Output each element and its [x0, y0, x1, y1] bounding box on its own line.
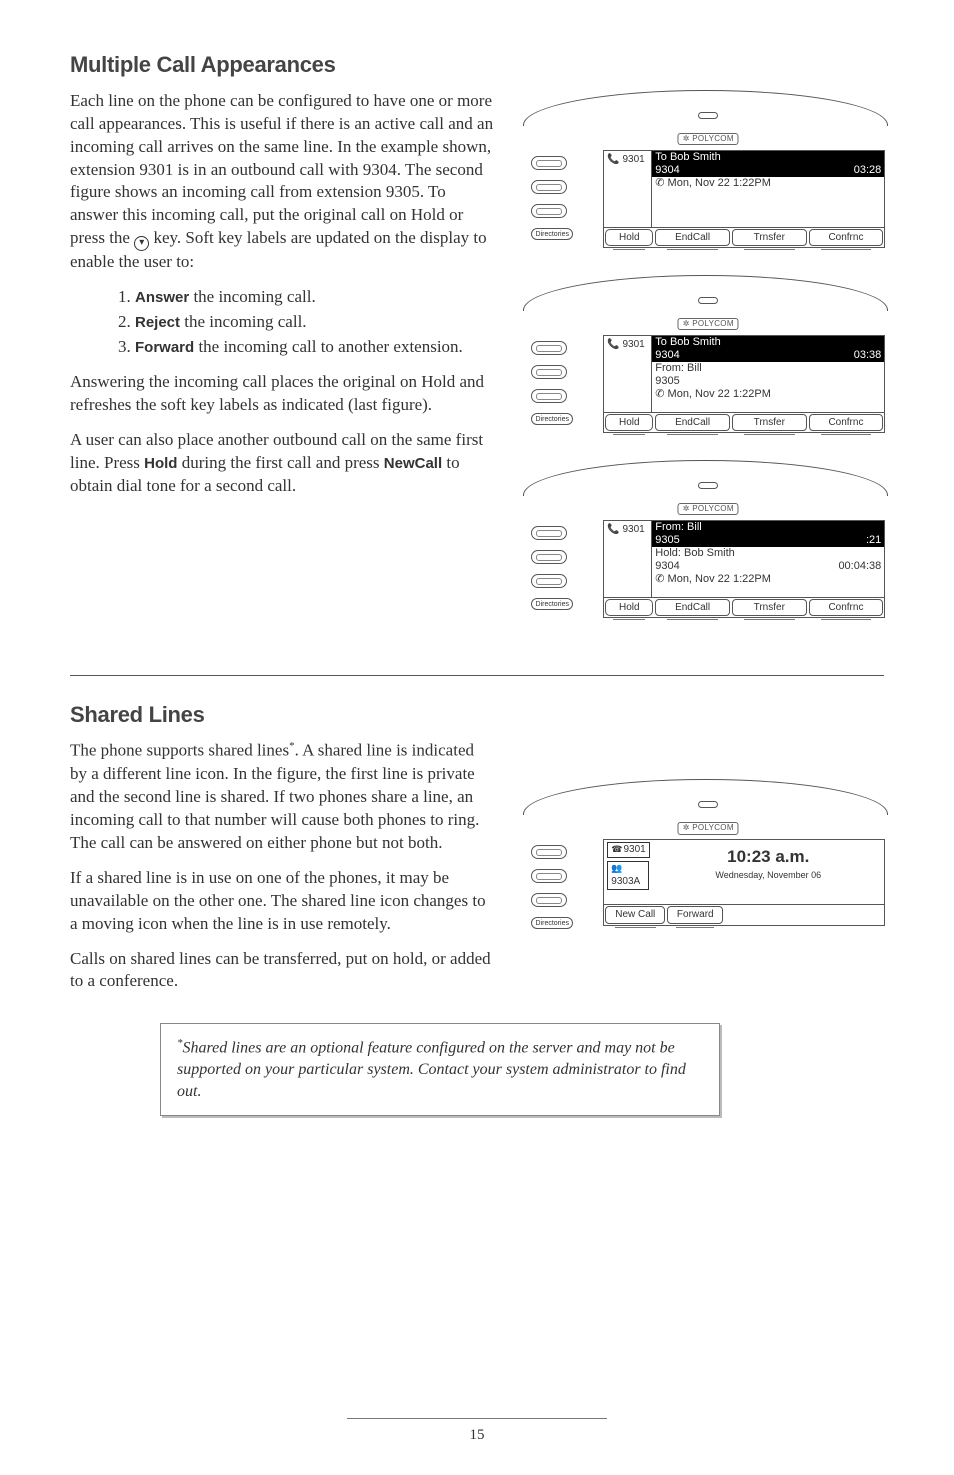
lcd-line: 9305 — [652, 375, 884, 388]
ext-label-9303a: 👥9303A — [607, 861, 649, 890]
polycom-logo: ✲ POLYCOM — [678, 822, 739, 835]
line-button-3 — [531, 574, 567, 588]
page-number: 15 — [0, 1418, 954, 1445]
footnote-box: *Shared lines are an optional feature co… — [160, 1023, 720, 1115]
softkey-hold: Hold — [605, 414, 653, 432]
lcd-line: 930403:38 — [652, 349, 884, 362]
softkey-newcall: New Call — [605, 906, 665, 924]
shared-line-icon: 👥 — [611, 863, 622, 873]
line-button-1 — [531, 341, 567, 355]
lcd-line: 930403:28 — [652, 164, 884, 177]
list-item-answer: 1. Answer the incoming call. — [118, 286, 493, 309]
phone-led-icon — [698, 112, 718, 119]
call-state-icon: 📞 — [607, 339, 619, 350]
lcd-line: 9305:21 — [652, 534, 884, 547]
polycom-logo: ✲ POLYCOM — [678, 133, 739, 146]
lcd-line: 930400:04:38 — [652, 560, 884, 573]
call-state-icon: 📞 — [607, 154, 619, 165]
call-state-icon: 📞 — [607, 524, 619, 535]
phone-led-icon — [698, 482, 718, 489]
lcd-line: To Bob Smith — [652, 336, 884, 349]
phone-illustration-2: ✲ POLYCOM Directories 📞 9301 To Bob Smit… — [523, 275, 893, 450]
phone-illustration-1: ✲ POLYCOM Directories 📞 9301 To Bob Smit… — [523, 90, 893, 265]
softkey-trnsfer: Trnsfer — [732, 599, 807, 617]
softkey-hold: Hold — [605, 229, 653, 247]
para-shared-3: Calls on shared lines can be transferred… — [70, 948, 493, 994]
lcd-line: From: Bill — [652, 521, 884, 534]
phone-led-icon — [698, 801, 718, 808]
softkey-confrnc: Confrnc — [809, 229, 884, 247]
directories-button: Directories — [531, 228, 573, 240]
lcd-line: From: Bill — [652, 362, 884, 375]
softkey-endcall: EndCall — [655, 414, 730, 432]
list-item-forward: 3. Forward the incoming call to another … — [118, 336, 493, 359]
polycom-logo: ✲ POLYCOM — [678, 503, 739, 516]
phone-illustration-3: ✲ POLYCOM Directories 📞 9301 From: Bill9… — [523, 460, 893, 635]
softkey-forward: Forward — [667, 906, 723, 924]
directories-button: Directories — [531, 917, 573, 929]
line-button-3 — [531, 893, 567, 907]
phone-icon: ☎ — [611, 844, 622, 854]
para-shared-1: The phone supports shared lines*. A shar… — [70, 739, 493, 854]
lcd-line: ✆ Mon, Nov 22 1:22PM — [652, 573, 884, 586]
lcd-line: To Bob Smith — [652, 151, 884, 164]
polycom-logo: ✲ POLYCOM — [678, 318, 739, 331]
line-button-2 — [531, 365, 567, 379]
lcd-line: ✆ Mon, Nov 22 1:22PM — [652, 177, 884, 190]
down-arrow-key-icon: ▾ — [134, 236, 149, 251]
heading-multiple-call: Multiple Call Appearances — [70, 50, 884, 80]
softkey-trnsfer: Trnsfer — [732, 414, 807, 432]
line-button-2 — [531, 550, 567, 564]
softkey-endcall: EndCall — [655, 229, 730, 247]
line-button-1 — [531, 156, 567, 170]
idle-date: Wednesday, November 06 — [652, 869, 884, 881]
list-item-reject: 2. Reject the incoming call. — [118, 311, 493, 334]
para-answering: Answering the incoming call places the o… — [70, 371, 493, 417]
para-intro-a: Each line on the phone can be configured… — [70, 91, 493, 248]
softkey-confrnc: Confrnc — [809, 599, 884, 617]
directories-button: Directories — [531, 598, 573, 610]
lcd-line: ✆ Mon, Nov 22 1:22PM — [652, 388, 884, 401]
directories-button: Directories — [531, 413, 573, 425]
lcd-line: Hold: Bob Smith — [652, 547, 884, 560]
para-outbound: A user can also place another outbound c… — [70, 429, 493, 498]
para-shared-2: If a shared line is in use on one of the… — [70, 867, 493, 936]
heading-shared-lines: Shared Lines — [70, 700, 884, 730]
softkey-hold: Hold — [605, 599, 653, 617]
phone-led-icon — [698, 297, 718, 304]
softkey-confrnc: Confrnc — [809, 414, 884, 432]
line-button-3 — [531, 389, 567, 403]
softkey-trnsfer: Trnsfer — [732, 229, 807, 247]
para-intro: Each line on the phone can be configured… — [70, 90, 493, 275]
phone-illustration-shared: ✲ POLYCOM Directories ☎9301 👥9303A 10:23… — [523, 779, 893, 954]
idle-time: 10:23 a.m. — [652, 846, 884, 869]
line-button-3 — [531, 204, 567, 218]
ext-label-9301: ☎9301 — [607, 842, 649, 858]
section-divider — [70, 675, 884, 676]
line-button-2 — [531, 180, 567, 194]
softkey-endcall: EndCall — [655, 599, 730, 617]
line-button-1 — [531, 526, 567, 540]
line-button-1 — [531, 845, 567, 859]
line-button-2 — [531, 869, 567, 883]
